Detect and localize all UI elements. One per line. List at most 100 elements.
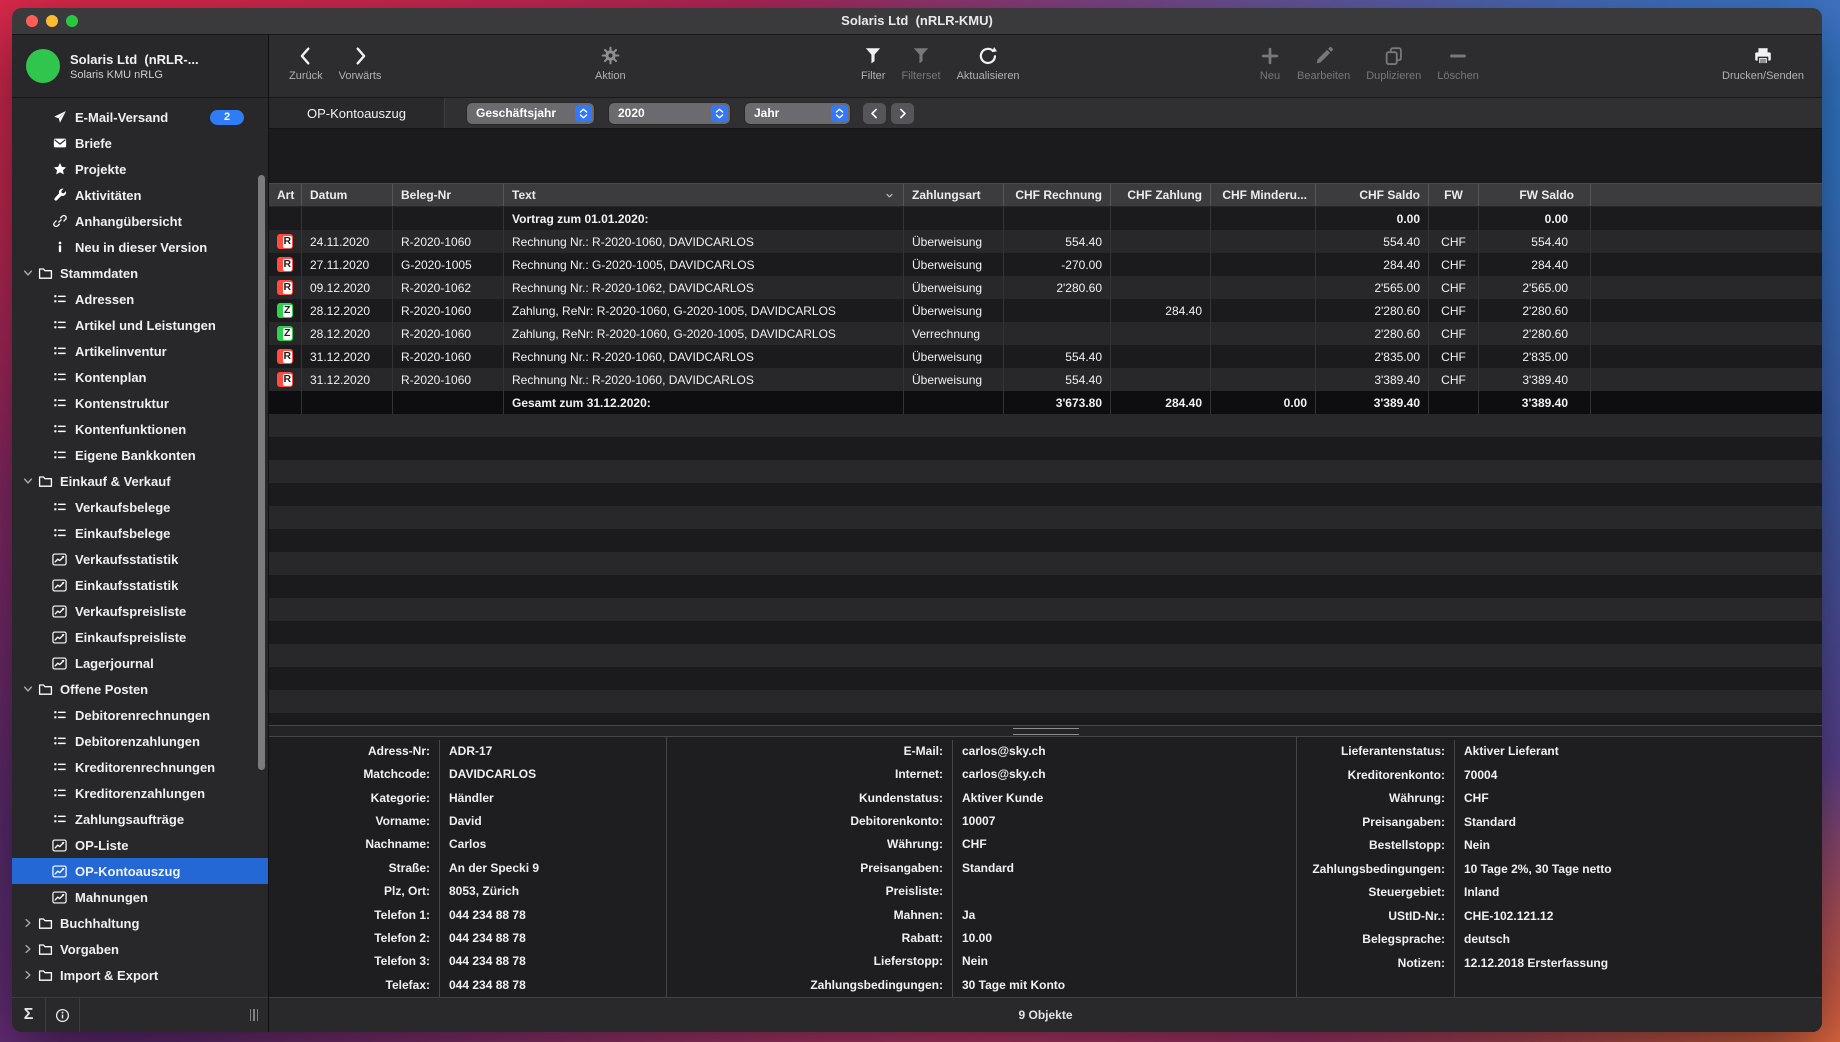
sidebar-item-einkaufsstatistik[interactable]: Einkaufsstatistik — [12, 572, 268, 598]
table-empty-row — [269, 460, 1822, 483]
sidebar-item-debitorenzahlungen[interactable]: Debitorenzahlungen — [12, 728, 268, 754]
sidebar-item-aktivit-ten[interactable]: Aktivitäten — [12, 182, 268, 208]
granularity-select[interactable]: Jahr — [745, 103, 850, 124]
panel-splitter[interactable] — [269, 725, 1822, 737]
table-row[interactable]: R27.11.2020G-2020-1005Rechnung Nr.: G-20… — [269, 253, 1822, 276]
sidebar-item-label: Stammdaten — [60, 266, 138, 281]
sidebar-item-e-mail-versand[interactable]: E-Mail-Versand2 — [12, 104, 268, 130]
column-header-chf-zahlung[interactable]: CHF Zahlung — [1111, 184, 1211, 206]
column-header-beleg-nr[interactable]: Beleg-Nr — [393, 184, 504, 206]
cell-chf_saldo: 2'280.60 — [1316, 299, 1429, 322]
column-header-chf-minderu[interactable]: CHF Minderu... — [1211, 184, 1316, 206]
toolbar-button-label: Neu — [1260, 70, 1280, 82]
table-row[interactable]: Z28.12.2020R-2020-1060Zahlung, ReNr: R-2… — [269, 322, 1822, 345]
cell-beleg: R-2020-1060 — [393, 230, 504, 253]
detail-label-internet: Internet: — [667, 763, 952, 786]
chevron-down-icon[interactable] — [22, 683, 34, 695]
toolbar-filterset-button[interactable]: Filterset — [897, 43, 944, 82]
chevron-right-icon[interactable] — [22, 969, 34, 981]
toolbar-aktualisieren-button[interactable]: Aktualisieren — [953, 43, 1024, 82]
previous-period-button[interactable] — [863, 103, 886, 124]
sidebar-item-kreditorenrechnungen[interactable]: Kreditorenrechnungen — [12, 754, 268, 780]
column-header-chf-rechnung[interactable]: CHF Rechnung — [1004, 184, 1111, 206]
sidebar-item-verkaufsbelege[interactable]: Verkaufsbelege — [12, 494, 268, 520]
sidebar-item-briefe[interactable]: Briefe — [12, 130, 268, 156]
sidebar-item-verkaufsstatistik[interactable]: Verkaufsstatistik — [12, 546, 268, 572]
sidebar-item-label: Neu in dieser Version — [75, 240, 207, 255]
toolbar-neu-button[interactable]: Neu — [1255, 43, 1285, 82]
info-button[interactable] — [46, 998, 80, 1032]
column-header-chf-saldo[interactable]: CHF Saldo — [1316, 184, 1429, 206]
chevron-down-icon[interactable] — [22, 267, 34, 279]
info-icon — [52, 240, 67, 255]
sidebar-resize-grip[interactable] — [250, 998, 259, 1032]
column-header-fw[interactable]: FW — [1429, 184, 1479, 206]
column-header-art[interactable]: Art — [269, 184, 302, 206]
table-row[interactable]: R09.12.2020R-2020-1062Rechnung Nr.: R-20… — [269, 276, 1822, 299]
toolbar-bearbeiten-button[interactable]: Bearbeiten — [1293, 43, 1354, 82]
toolbar-drucken-senden-button[interactable]: Drucken/Senden — [1718, 43, 1808, 82]
table-summary-row[interactable]: Vortrag zum 01.01.2020:0.000.00 — [269, 207, 1822, 230]
table-row[interactable]: R31.12.2020R-2020-1060Rechnung Nr.: R-20… — [269, 368, 1822, 391]
column-header-zahlungsart[interactable]: Zahlungsart — [904, 184, 1004, 206]
table-row[interactable]: R31.12.2020R-2020-1060Rechnung Nr.: R-20… — [269, 345, 1822, 368]
sidebar-item-vorgaben[interactable]: Vorgaben — [12, 936, 268, 962]
sidebar-item-kontenfunktionen[interactable]: Kontenfunktionen — [12, 416, 268, 442]
year-select[interactable]: 2020 — [609, 103, 730, 124]
company-header[interactable]: Solaris Ltd (nRLR-... Solaris KMU nRLG — [12, 35, 268, 98]
column-header-text[interactable]: Text — [504, 184, 904, 206]
sidebar-item-kontenstruktur[interactable]: Kontenstruktur — [12, 390, 268, 416]
sidebar-item-op-liste[interactable]: OP-Liste — [12, 832, 268, 858]
sidebar-item-einkaufsbelege[interactable]: Einkaufsbelege — [12, 520, 268, 546]
tab-op-kontoauszug[interactable]: OP-Kontoauszug — [269, 98, 445, 128]
sidebar-item-offene-posten[interactable]: Offene Posten — [12, 676, 268, 702]
sidebar-item-kreditorenzahlungen[interactable]: Kreditorenzahlungen — [12, 780, 268, 806]
toolbar-zur-ck-button[interactable]: Zurück — [285, 43, 327, 82]
cell-beleg: R-2020-1060 — [393, 299, 504, 322]
toolbar-duplizieren-button[interactable]: Duplizieren — [1362, 43, 1425, 82]
sidebar-item-zahlungsauftr-ge[interactable]: Zahlungsaufträge — [12, 806, 268, 832]
toolbar-vorw-rts-button[interactable]: Vorwärts — [335, 43, 386, 82]
detail-labels: Lieferantenstatus:Kreditorenkonto:Währun… — [1297, 740, 1454, 997]
table-row[interactable]: R24.11.2020R-2020-1060Rechnung Nr.: R-20… — [269, 230, 1822, 253]
sidebar-item-projekte[interactable]: Projekte — [12, 156, 268, 182]
titlebar[interactable]: Solaris Ltd (nRLR-KMU) — [12, 8, 1822, 35]
sidebar-item-kontenplan[interactable]: Kontenplan — [12, 364, 268, 390]
table-row[interactable]: Z28.12.2020R-2020-1060Zahlung, ReNr: R-2… — [269, 299, 1822, 322]
detail-value-notizen: 12.12.2018 Ersterfassung — [1455, 952, 1822, 976]
period-type-select[interactable]: Geschäftsjahr — [467, 103, 594, 124]
sidebar-item-eigene-bankkonten[interactable]: Eigene Bankkonten — [12, 442, 268, 468]
sidebar-item-einkauf-verkauf[interactable]: Einkauf & Verkauf — [12, 468, 268, 494]
toolbar-aktion-button[interactable]: Aktion — [591, 43, 630, 82]
sidebar-scrollbar[interactable] — [258, 175, 265, 770]
sidebar-item-artikelinventur[interactable]: Artikelinventur — [12, 338, 268, 364]
sidebar-item-stammdaten[interactable]: Stammdaten — [12, 260, 268, 286]
sidebar-item-buchhaltung[interactable]: Buchhaltung — [12, 910, 268, 936]
chevron-right-icon[interactable] — [22, 917, 34, 929]
cell-art: R — [269, 345, 302, 368]
chevron-down-icon[interactable] — [22, 475, 34, 487]
sidebar-item-import-export[interactable]: Import & Export — [12, 962, 268, 988]
sum-button[interactable]: Σ — [12, 998, 46, 1032]
detail-value-telefon-2: 044 234 88 78 — [440, 927, 666, 950]
column-header-datum[interactable]: Datum — [302, 184, 393, 206]
sidebar-item-neu-in-dieser-version[interactable]: Neu in dieser Version — [12, 234, 268, 260]
sidebar-item-verkaufspreisliste[interactable]: Verkaufspreisliste — [12, 598, 268, 624]
sidebar-item-mahnungen[interactable]: Mahnungen — [12, 884, 268, 910]
table-total-row[interactable]: Gesamt zum 31.12.2020:3'673.80284.400.00… — [269, 391, 1822, 414]
chevron-right-icon[interactable] — [22, 943, 34, 955]
sidebar-item-einkaufspreisliste[interactable]: Einkaufspreisliste — [12, 624, 268, 650]
up-down-stepper-icon — [711, 105, 728, 122]
funnel-icon — [910, 43, 932, 68]
sidebar-item-op-kontoauszug[interactable]: OP-Kontoauszug — [12, 858, 268, 884]
toolbar-filter-button[interactable]: Filter — [857, 43, 889, 82]
toolbar-l-schen-button[interactable]: Löschen — [1433, 43, 1483, 82]
sidebar-item-anhang-bersicht[interactable]: Anhangübersicht — [12, 208, 268, 234]
sidebar-item-debitorenrechnungen[interactable]: Debitorenrechnungen — [12, 702, 268, 728]
sidebar-item-lagerjournal[interactable]: Lagerjournal — [12, 650, 268, 676]
column-header-fw-saldo[interactable]: FW Saldo — [1479, 184, 1591, 206]
sidebar-item-artikel-und-leistungen[interactable]: Artikel und Leistungen — [12, 312, 268, 338]
cell-chf_minderung — [1211, 207, 1316, 230]
next-period-button[interactable] — [891, 103, 914, 124]
sidebar-item-adressen[interactable]: Adressen — [12, 286, 268, 312]
